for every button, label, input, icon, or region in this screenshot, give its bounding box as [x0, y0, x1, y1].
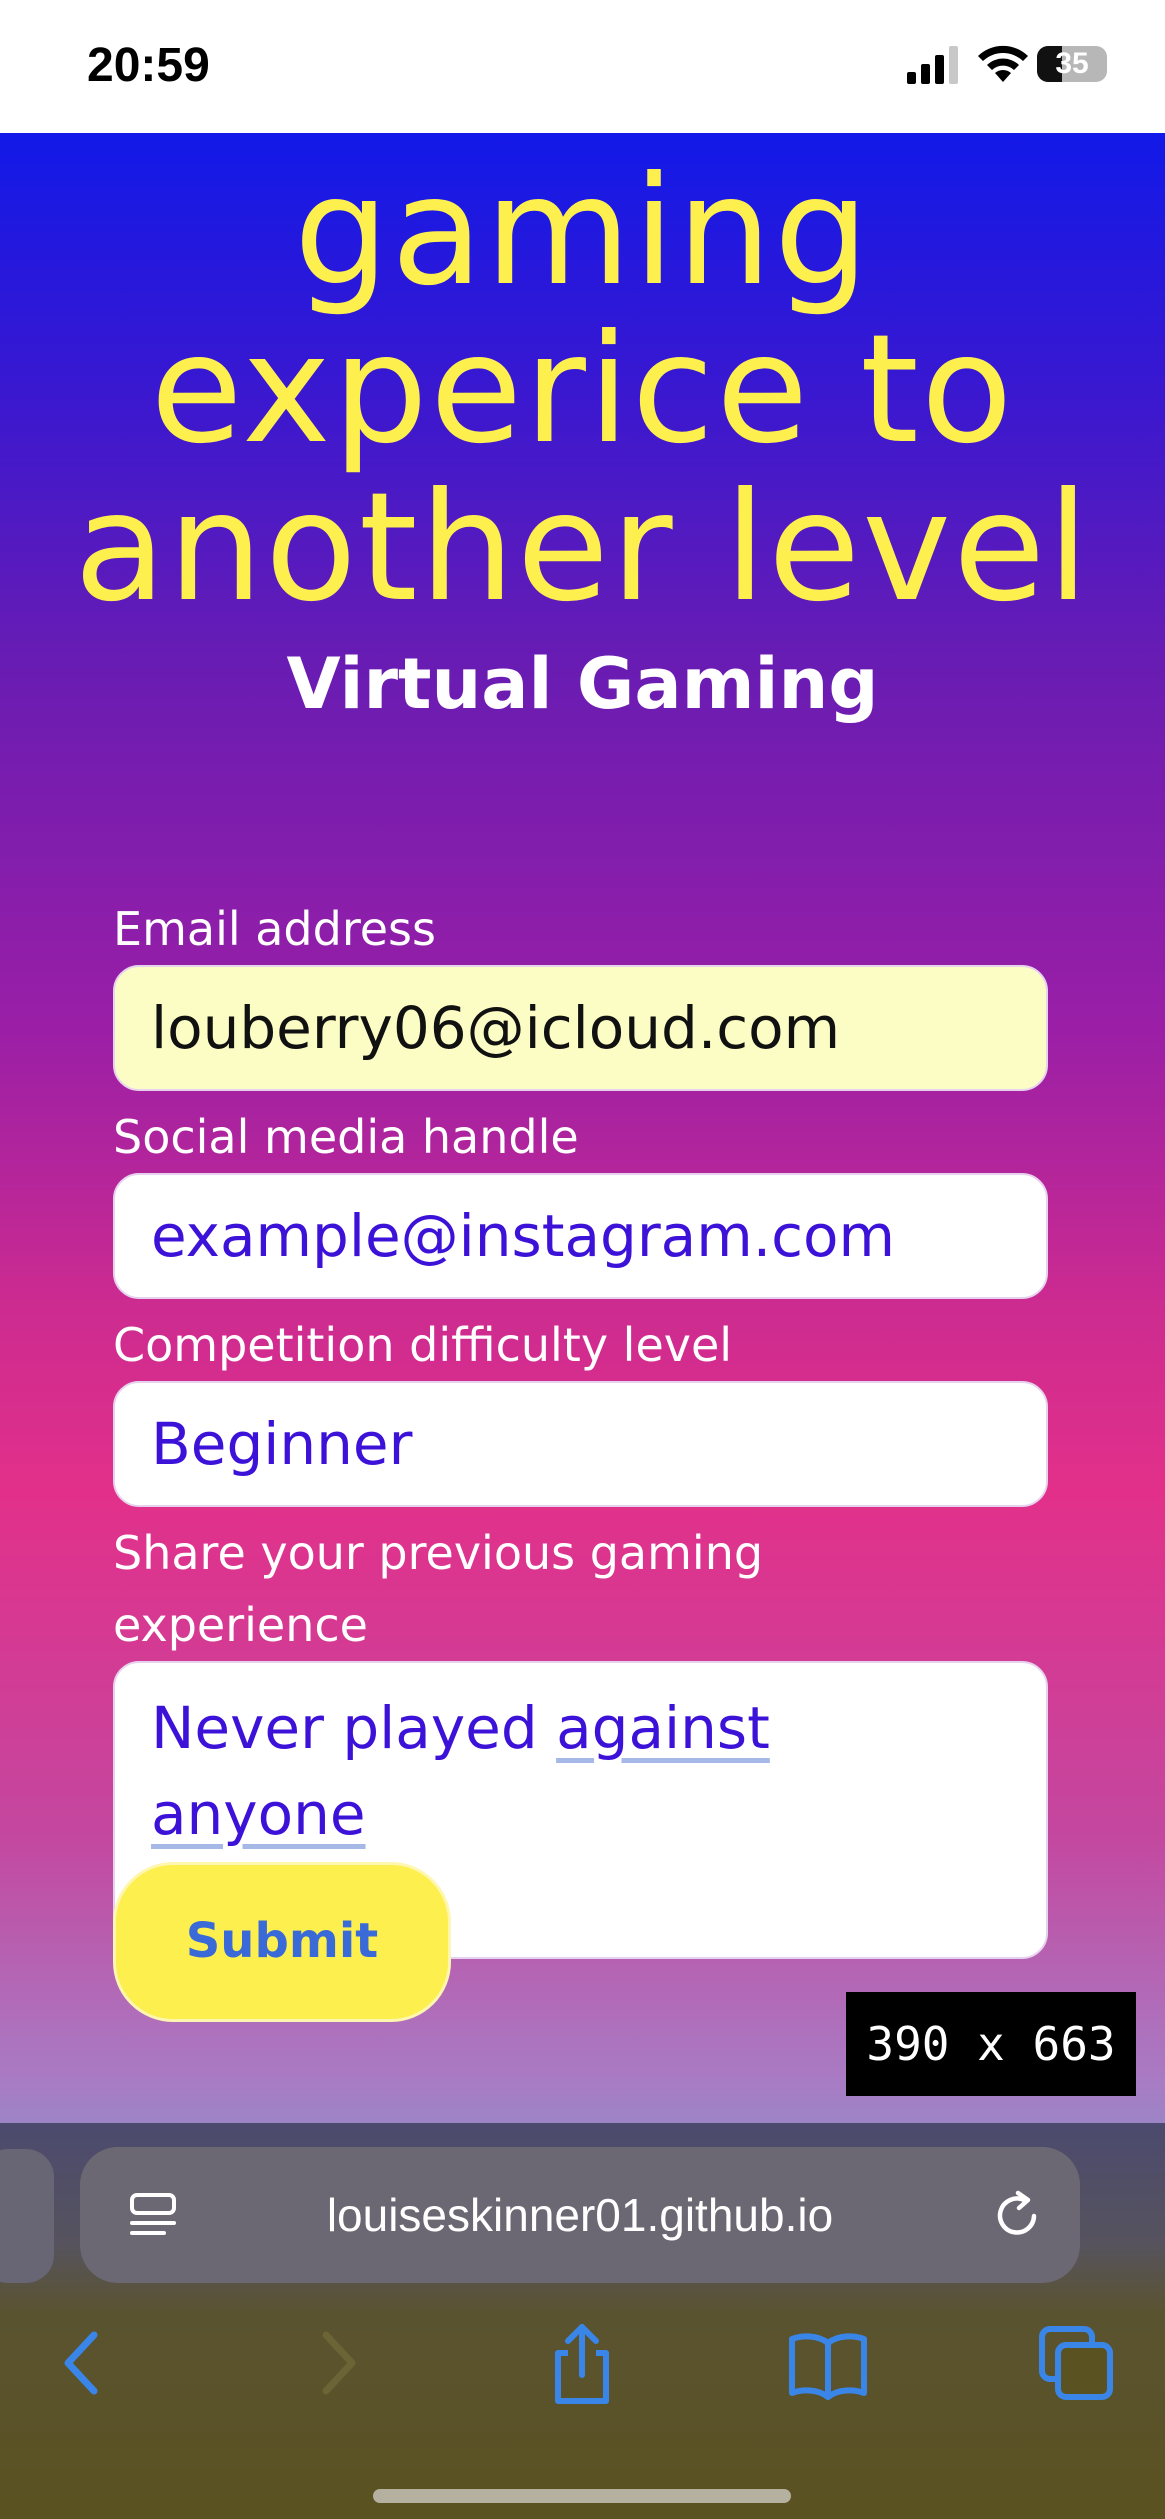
home-indicator	[373, 2489, 791, 2503]
social-handle-field[interactable]: example@instagram.com	[113, 1173, 1048, 1299]
bookmarks-icon[interactable]	[778, 2313, 878, 2413]
experience-text: Never played	[151, 1694, 557, 1762]
wifi-icon	[978, 45, 1028, 82]
spellcheck-word: anyone	[151, 1780, 366, 1848]
browser-chrome: louiseskinner01.github.io	[0, 2123, 1165, 2519]
experience-label-line: Share your previous gaming	[113, 1526, 764, 1580]
page-content: gaming experice to another level Virtual…	[0, 133, 1165, 2133]
reload-icon[interactable]	[990, 2189, 1044, 2243]
difficulty-field[interactable]: Beginner	[113, 1381, 1048, 1507]
experience-label-line: experience	[113, 1598, 368, 1652]
experience-label: Share your previous gaming experience	[113, 1517, 1048, 1661]
email-label: Email address	[113, 902, 436, 956]
submit-button[interactable]: Submit	[113, 1862, 451, 2022]
spellcheck-word: against	[556, 1694, 770, 1762]
status-time: 20:59	[87, 39, 210, 92]
url-text: louiseskinner01.github.io	[326, 2189, 834, 2241]
url-bar[interactable]: louiseskinner01.github.io	[80, 2147, 1080, 2283]
status-bar: 20:59 35	[0, 0, 1165, 133]
email-field[interactable]: louberry06@icloud.com	[113, 965, 1048, 1091]
browser-toolbar	[0, 2313, 1165, 2453]
email-value: louberry06@icloud.com	[151, 994, 841, 1062]
social-label: Social media handle	[113, 1110, 579, 1164]
battery-level: 35	[1055, 47, 1089, 80]
battery-icon: 35	[1037, 46, 1107, 82]
forward-icon[interactable]	[286, 2313, 386, 2413]
signal-icon	[907, 46, 958, 84]
hero-title-line: another level	[74, 461, 1091, 635]
difficulty-label: Competition difficulty level	[113, 1318, 733, 1372]
share-icon[interactable]	[532, 2313, 632, 2413]
hero-title-line: gaming	[293, 145, 872, 319]
viewport-size-badge: 390 x 663	[846, 1992, 1136, 2096]
difficulty-value: Beginner	[151, 1410, 413, 1478]
hero-subtitle: Virtual Gaming	[286, 643, 879, 725]
previous-tab-peek[interactable]	[0, 2149, 54, 2283]
hero-title: gaming experice to another level	[0, 153, 1165, 627]
back-icon[interactable]	[34, 2313, 134, 2413]
social-handle-value: example@instagram.com	[151, 1202, 896, 1270]
tabs-icon[interactable]	[1026, 2313, 1126, 2413]
hero-title-line: experice to	[150, 303, 1015, 477]
signup-form: Email address louberry06@icloud.com Soci…	[113, 893, 1048, 1959]
